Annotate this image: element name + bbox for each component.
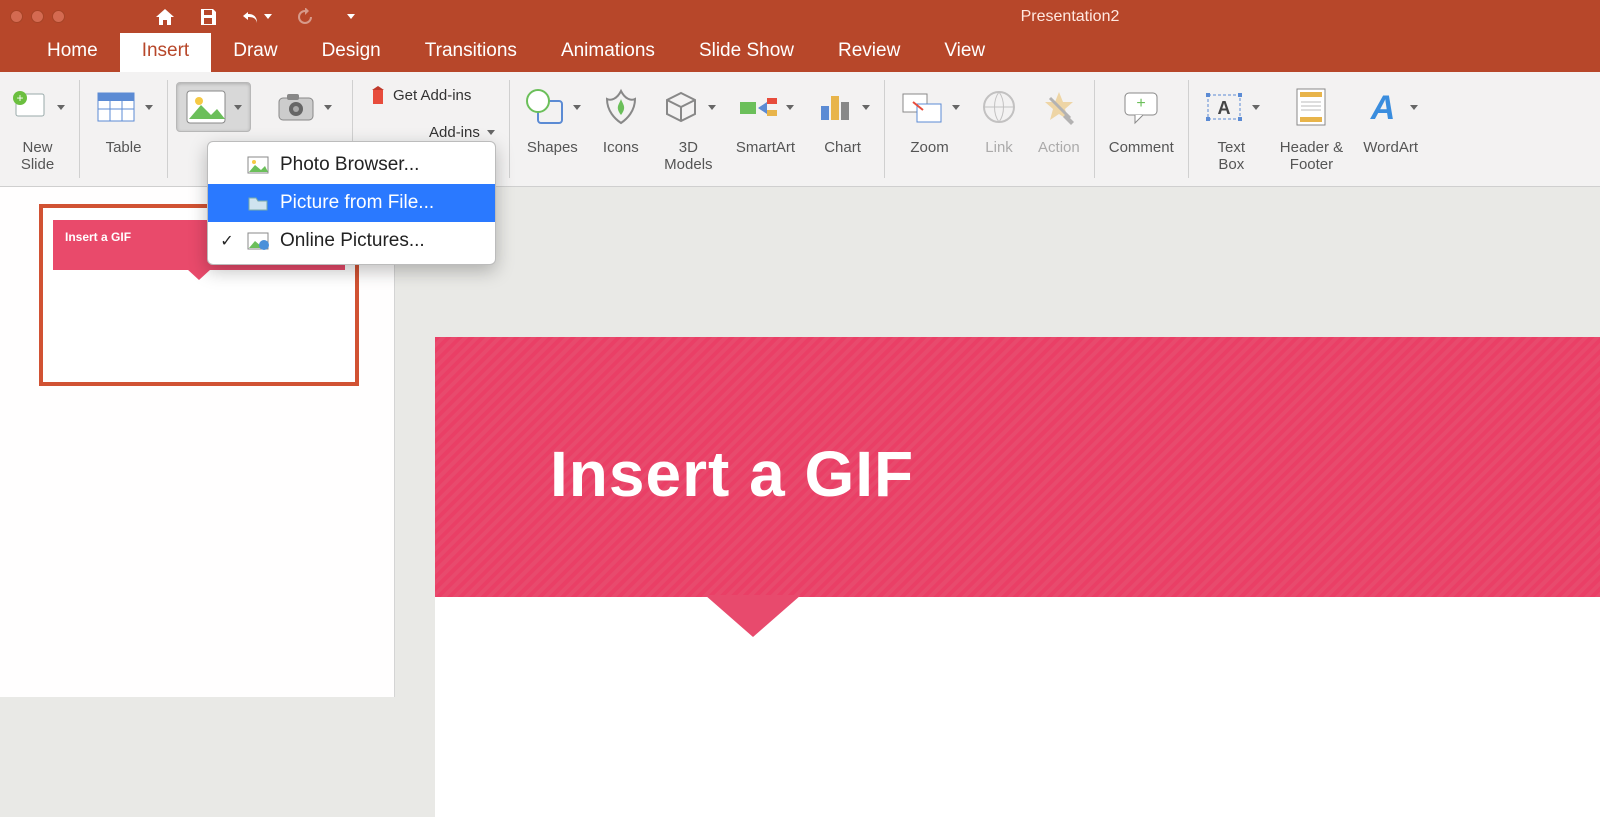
new-slide-label: New Slide [21, 140, 54, 173]
menu-item-online-pictures[interactable]: ✓ Online Pictures... [208, 222, 495, 260]
header-footer-label: Header & Footer [1280, 140, 1343, 173]
link-label: Link [985, 140, 1013, 157]
tab-home[interactable]: Home [25, 30, 120, 72]
online-pictures-icon [246, 230, 270, 252]
smartart-label: SmartArt [736, 140, 795, 157]
smartart-button[interactable]: SmartArt [726, 72, 805, 186]
pictures-dropdown-menu: Photo Browser... Picture from File... ✓ … [207, 141, 496, 265]
3d-models-label: 3D Models [664, 140, 712, 173]
tab-slideshow[interactable]: Slide Show [677, 30, 816, 72]
photo-browser-icon [246, 154, 270, 176]
3d-models-button[interactable]: 3D Models [651, 72, 726, 186]
zoom-button[interactable]: Zoom [889, 72, 970, 186]
slide-title[interactable]: Insert a GIF [550, 437, 914, 511]
action-button: Action [1028, 72, 1090, 186]
new-slide-button[interactable]: + New Slide [0, 72, 75, 186]
menu-item-label: Online Pictures... [280, 230, 481, 252]
textbox-button[interactable]: A Text Box [1193, 72, 1270, 186]
tab-insert[interactable]: Insert [120, 30, 212, 72]
menu-item-label: Photo Browser... [280, 154, 481, 176]
ribbon-tabs: Home Insert Draw Design Transitions Anim… [0, 33, 1600, 72]
folder-icon [246, 192, 270, 214]
my-addins-label: Add-ins [429, 124, 480, 141]
slide-title-banner: Insert a GIF [435, 337, 1600, 597]
comment-label: Comment [1109, 140, 1174, 157]
icons-button[interactable]: Icons [591, 72, 651, 186]
svg-text:A: A [1370, 89, 1396, 127]
menu-item-label: Picture from File... [280, 192, 481, 214]
my-addins-button[interactable]: Add-ins [429, 124, 495, 141]
textbox-label: Text Box [1218, 140, 1246, 173]
slide-canvas[interactable]: Insert a GIF [395, 187, 1600, 697]
window-controls [10, 10, 65, 23]
chart-label: Chart [824, 140, 861, 157]
action-label: Action [1038, 140, 1080, 157]
shapes-button[interactable]: Shapes [514, 72, 591, 186]
check-icon: ✓ [218, 231, 236, 251]
tab-draw[interactable]: Draw [211, 30, 299, 72]
tab-animations[interactable]: Animations [539, 30, 677, 72]
tab-transitions[interactable]: Transitions [403, 30, 539, 72]
svg-text:+: + [16, 91, 23, 105]
svg-text:+: + [1137, 95, 1146, 112]
slide: Insert a GIF [435, 337, 1600, 817]
comment-button[interactable]: + Comment [1099, 72, 1184, 186]
wordart-label: WordArt [1363, 140, 1418, 157]
close-window-icon[interactable] [10, 10, 23, 23]
shapes-label: Shapes [527, 140, 578, 157]
wordart-button[interactable]: A WordArt [1353, 72, 1428, 186]
get-addins-button[interactable]: Get Add-ins [367, 84, 471, 106]
save-icon[interactable] [199, 8, 217, 26]
quick-access-toolbar [155, 8, 355, 26]
redo-button[interactable] [296, 8, 314, 26]
minimize-window-icon[interactable] [31, 10, 44, 23]
svg-text:A: A [1217, 98, 1230, 118]
tab-view[interactable]: View [922, 30, 1007, 72]
chart-button[interactable]: Chart [805, 72, 880, 186]
window-title: Presentation2 [770, 8, 1370, 26]
thumbnail-title: Insert a GIF [65, 230, 131, 244]
undo-button[interactable] [241, 9, 272, 25]
zoom-label: Zoom [910, 140, 948, 157]
icons-label: Icons [603, 140, 639, 157]
table-label: Table [106, 140, 142, 157]
table-button[interactable]: Table [84, 72, 163, 186]
get-addins-label: Get Add-ins [393, 87, 471, 104]
menu-item-photo-browser[interactable]: Photo Browser... [208, 146, 495, 184]
screenshot-button[interactable] [269, 86, 338, 128]
header-footer-button[interactable]: Header & Footer [1270, 72, 1353, 186]
menu-item-picture-from-file[interactable]: Picture from File... [208, 184, 495, 222]
link-button: Link [970, 72, 1028, 186]
fullscreen-window-icon[interactable] [52, 10, 65, 23]
tab-review[interactable]: Review [816, 30, 922, 72]
title-bar: Presentation2 [0, 0, 1600, 33]
home-icon[interactable] [155, 8, 175, 26]
qat-overflow-button[interactable] [344, 14, 355, 19]
pictures-button[interactable] [176, 82, 251, 132]
tab-design[interactable]: Design [300, 30, 403, 72]
